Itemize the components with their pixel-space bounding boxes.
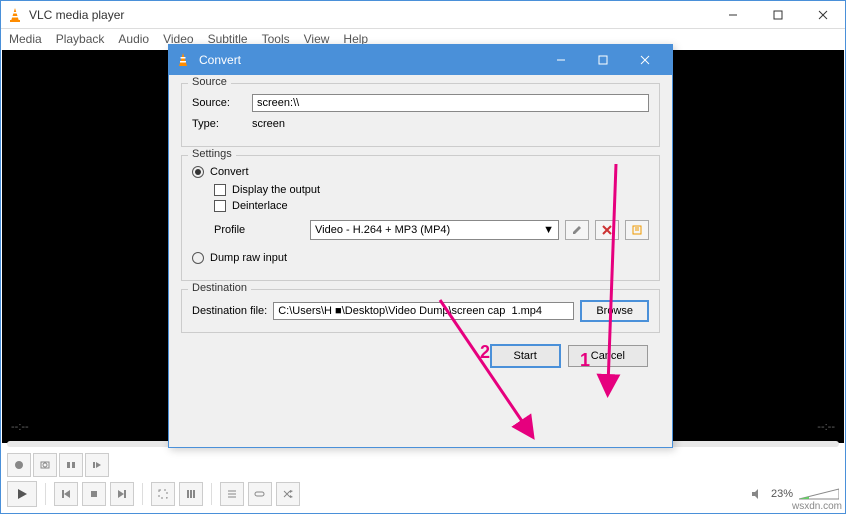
main-title: VLC media player: [29, 8, 710, 22]
source-label: Source:: [192, 97, 252, 109]
display-output-label: Display the output: [232, 184, 320, 196]
loop-button[interactable]: [248, 482, 272, 506]
prev-button[interactable]: [54, 482, 78, 506]
convert-dialog: Convert Source Source: Type: screen Sett…: [168, 44, 673, 448]
menu-audio[interactable]: Audio: [118, 32, 149, 46]
new-profile-button[interactable]: [625, 220, 649, 240]
display-output-checkbox[interactable]: Display the output: [214, 184, 649, 196]
dialog-minimize-button[interactable]: [540, 45, 582, 75]
destination-legend: Destination: [188, 282, 251, 294]
convert-radio[interactable]: Convert: [192, 166, 649, 178]
source-input[interactable]: [252, 94, 649, 112]
source-legend: Source: [188, 76, 231, 88]
watermark: wsxdn.com: [792, 501, 842, 512]
main-titlebar: VLC media player: [1, 1, 845, 29]
time-remaining: --:--: [817, 421, 835, 433]
source-fieldset: Source Source: Type: screen: [181, 83, 660, 147]
chevron-down-icon: ▼: [543, 224, 554, 236]
menu-playback[interactable]: Playback: [56, 32, 105, 46]
volume-percent: 23%: [771, 488, 793, 500]
checkbox-icon: [214, 200, 226, 212]
frame-step-button[interactable]: [85, 453, 109, 477]
profile-label: Profile: [214, 224, 304, 236]
profile-dropdown[interactable]: Video - H.264 + MP3 (MP4) ▼: [310, 220, 559, 240]
type-value: screen: [252, 118, 285, 130]
volume-control[interactable]: 23%: [751, 487, 839, 501]
snapshot-button[interactable]: [33, 453, 57, 477]
main-close-button[interactable]: [800, 1, 845, 29]
time-elapsed: --:--: [11, 421, 29, 433]
main-toolbar: 23%: [7, 481, 839, 507]
deinterlace-checkbox[interactable]: Deinterlace: [214, 200, 649, 212]
type-label: Type:: [192, 118, 252, 130]
deinterlace-label: Deinterlace: [232, 200, 288, 212]
dest-file-input[interactable]: [273, 302, 574, 320]
checkbox-icon: [214, 184, 226, 196]
annotation-number-2: 2: [480, 342, 490, 363]
annotation-number-1: 1: [580, 350, 590, 371]
playlist-button[interactable]: [220, 482, 244, 506]
settings-legend: Settings: [188, 148, 236, 160]
dump-radio[interactable]: Dump raw input: [192, 252, 649, 264]
settings-fieldset: Settings Convert Display the output Dein…: [181, 155, 660, 281]
speaker-icon: [751, 488, 765, 500]
menu-media[interactable]: Media: [9, 32, 42, 46]
edit-profile-button[interactable]: [565, 220, 589, 240]
extra-toolbar: [7, 453, 109, 477]
destination-fieldset: Destination Destination file: Browse: [181, 289, 660, 333]
dialog-titlebar: Convert: [169, 45, 672, 75]
next-button[interactable]: [110, 482, 134, 506]
record-button[interactable]: [7, 453, 31, 477]
dump-radio-label: Dump raw input: [210, 252, 287, 264]
fullscreen-button[interactable]: [151, 482, 175, 506]
play-button[interactable]: [7, 481, 37, 507]
dialog-maximize-button[interactable]: [582, 45, 624, 75]
radio-unchecked-icon: [192, 252, 204, 264]
radio-checked-icon: [192, 166, 204, 178]
shuffle-button[interactable]: [276, 482, 300, 506]
ext-settings-button[interactable]: [179, 482, 203, 506]
delete-profile-button[interactable]: [595, 220, 619, 240]
dest-file-label: Destination file:: [192, 305, 267, 317]
vlc-cone-icon: [175, 52, 191, 68]
convert-radio-label: Convert: [210, 166, 249, 178]
start-button[interactable]: Start: [491, 345, 560, 367]
profile-value: Video - H.264 + MP3 (MP4): [315, 224, 450, 236]
main-maximize-button[interactable]: [755, 1, 800, 29]
vlc-cone-icon: [7, 7, 23, 23]
main-minimize-button[interactable]: [710, 1, 755, 29]
browse-button[interactable]: Browse: [580, 300, 649, 322]
dialog-close-button[interactable]: [624, 45, 666, 75]
ab-loop-button[interactable]: [59, 453, 83, 477]
stop-button[interactable]: [82, 482, 106, 506]
dialog-title: Convert: [199, 53, 540, 67]
volume-slider[interactable]: [799, 487, 839, 501]
